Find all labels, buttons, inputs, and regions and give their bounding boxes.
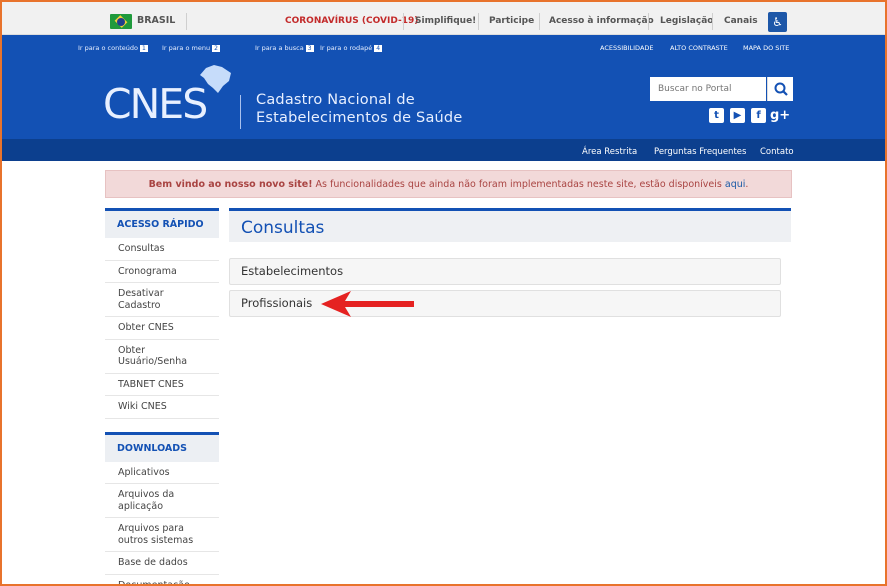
brazil-map-icon [200,65,231,93]
sidebar: ACESSO RÁPIDO Consultas Cronograma Desat… [105,208,219,586]
downloads-heading: DOWNLOADS [105,431,219,462]
covid-link[interactable]: CORONAVÍRUS (COVID-19) [285,16,418,26]
gov-bar: BRASIL CORONAVÍRUS (COVID-19) Simplifiqu… [2,2,885,35]
divider [186,13,187,30]
google-plus-icon[interactable]: g+ [770,108,790,124]
sitemap-link[interactable]: MAPA DO SITE [743,44,789,52]
cnes-logo[interactable]: CNES [103,80,208,128]
skip-to-footer-link[interactable]: Ir para o rodapé 4 [320,44,383,52]
brasil-link[interactable]: BRASIL [137,15,175,26]
divider [539,13,540,30]
site-header: Ir para o conteúdo 1 Ir para o menu 2 Ir p… [2,35,885,161]
sidebar-item-arquivos-aplicacao[interactable]: Arquivos da aplicação [105,484,219,518]
skip-to-search-link[interactable]: Ir para a busca 3 [255,44,314,52]
legislacao-link[interactable]: Legislação [660,16,713,26]
skip-to-content-link[interactable]: Ir para o conteúdo 1 [78,44,148,52]
high-contrast-link[interactable]: ALTO CONTRASTE [670,44,728,52]
list-item-estabelecimentos[interactable]: Estabelecimentos [229,258,781,285]
sidebar-item-aplicativos[interactable]: Aplicativos [105,462,219,484]
sidebar-item-arquivos-outros-sistemas[interactable]: Arquivos para outros sistemas [105,518,219,552]
participe-link[interactable]: Participe [489,16,534,26]
simplifique-link[interactable]: Simplifique! [415,16,476,26]
sidebar-item-documentacao[interactable]: Documentação [105,575,219,586]
search-icon [774,82,788,96]
sidebar-item-consultas[interactable]: Consultas [105,238,219,261]
red-arrow-annotation [321,291,414,317]
contact-link[interactable]: Contato [760,147,794,157]
accessibility-link[interactable]: ACESSIBILIDADE [600,44,654,52]
skip-to-menu-link[interactable]: Ir para o menu 2 [162,44,220,52]
sidebar-item-obter-usuario-senha[interactable]: Obter Usuário/Senha [105,340,219,374]
restricted-area-link[interactable]: Área Restrita [582,147,637,157]
quick-access-heading: ACESSO RÁPIDO [105,208,219,238]
page-title: Consultas [229,208,791,242]
faq-link[interactable]: Perguntas Frequentes [654,147,746,157]
divider [403,13,404,30]
divider [648,13,649,30]
brazil-flag-icon [110,14,132,29]
sidebar-item-obter-cnes[interactable]: Obter CNES [105,317,219,340]
legacy-site-link[interactable]: aqui [725,179,746,190]
youtube-icon[interactable]: ▶ [730,108,745,123]
facebook-icon[interactable]: f [751,108,766,123]
header-bottom-band [2,139,885,161]
divider [712,13,713,30]
logo-divider [240,95,241,129]
acesso-informacao-link[interactable]: Acesso à informação [549,16,654,26]
list-item-profissionais[interactable]: Profissionais [229,290,781,317]
sidebar-item-desativar-cadastro[interactable]: Desativar Cadastro [105,283,219,317]
sidebar-item-wiki-cnes[interactable]: Wiki CNES [105,396,219,419]
search-input[interactable] [650,77,766,101]
sidebar-item-base-de-dados[interactable]: Base de dados [105,552,219,575]
welcome-banner: Bem vindo ao nosso novo site! As funcion… [105,170,792,198]
canais-link[interactable]: Canais [724,16,758,26]
twitter-icon[interactable]: t [709,108,724,123]
accessibility-icon[interactable]: ♿ [768,12,787,32]
site-tagline: Cadastro Nacional de Estabelecimentos de… [256,92,463,126]
sidebar-item-cronograma[interactable]: Cronograma [105,261,219,283]
welcome-text: As funcionalidades que ainda não foram i… [312,179,725,190]
welcome-title: Bem vindo ao nosso novo site! [148,179,313,190]
divider [478,13,479,30]
search-button[interactable] [767,77,793,101]
sidebar-item-tabnet-cnes[interactable]: TABNET CNES [105,374,219,396]
